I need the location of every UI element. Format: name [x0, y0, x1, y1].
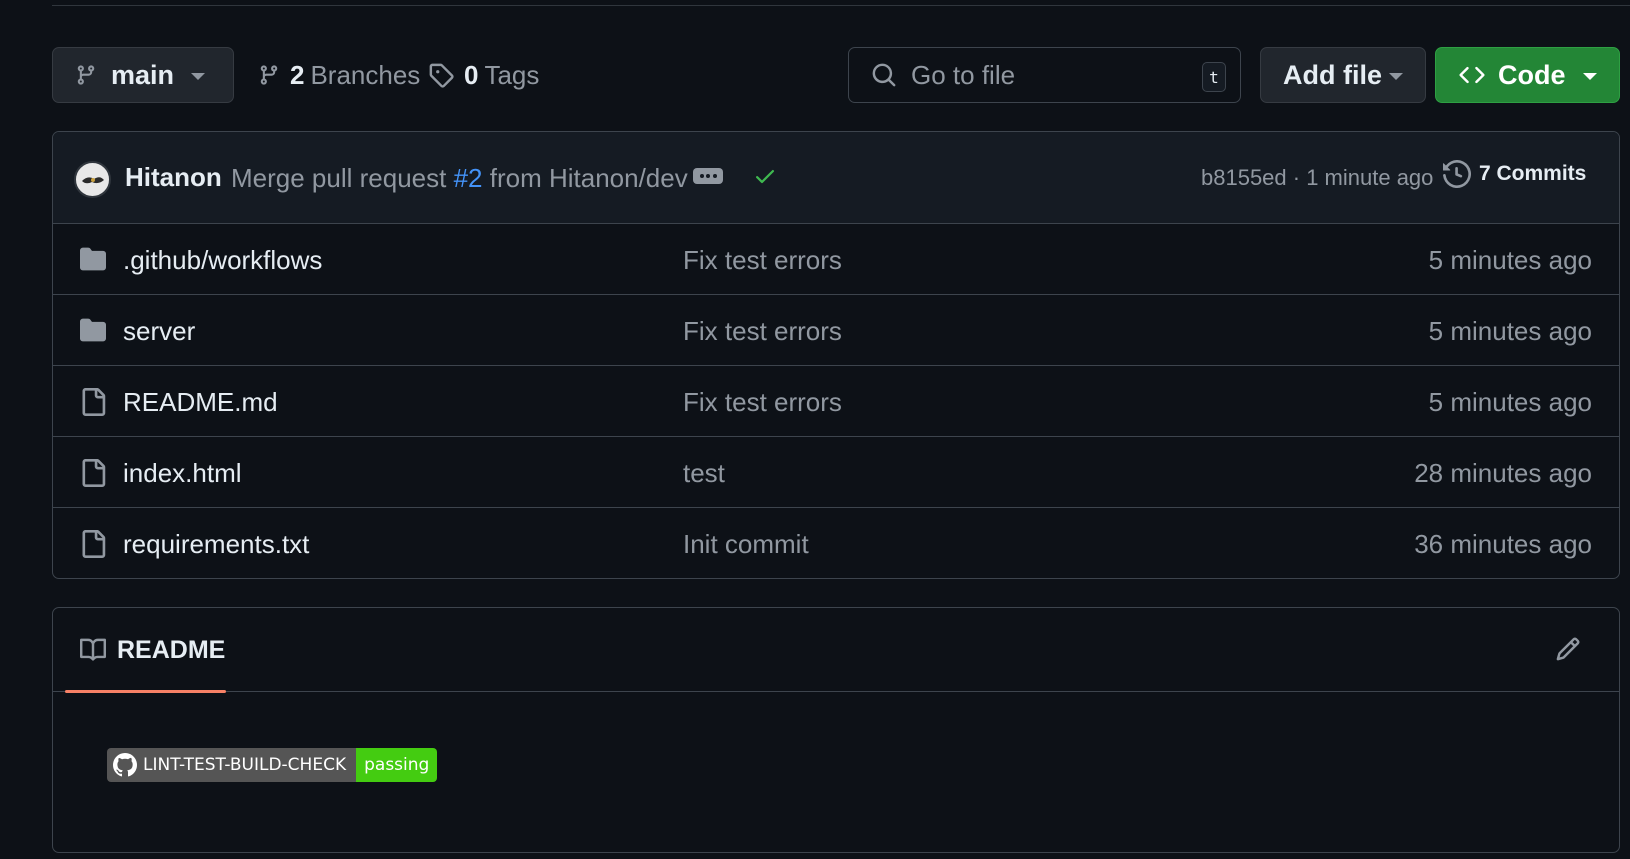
chevron-down-icon: [1583, 73, 1597, 80]
folder-icon: [80, 247, 106, 271]
file-commit-message[interactable]: Fix test errors: [683, 316, 842, 347]
file-commit-message[interactable]: test: [683, 458, 725, 489]
add-file-button[interactable]: Add file: [1260, 47, 1426, 103]
file-age: 36 minutes ago: [1414, 529, 1592, 559]
code-label: Code: [1498, 59, 1566, 90]
avatar-image-icon: [81, 176, 104, 183]
file-name[interactable]: README.md: [123, 387, 278, 418]
file-table: Hitanon Merge pull request #2 from Hitan…: [52, 131, 1620, 579]
branches-label: Branches: [310, 59, 421, 90]
tab-readme[interactable]: README: [65, 608, 238, 692]
file-age: 28 minutes ago: [1414, 458, 1592, 488]
git-branch-icon: [260, 65, 278, 85]
branches-count: 2: [290, 59, 305, 90]
add-file-label: Add file: [1283, 59, 1382, 90]
file-age: 5 minutes ago: [1428, 387, 1592, 417]
badge-label-section: LINT-TEST-BUILD-CHECK: [107, 748, 357, 782]
commit-message-prefix: Merge pull request: [231, 163, 447, 193]
code-button[interactable]: Code: [1435, 47, 1620, 103]
git-branch-icon: [77, 65, 95, 85]
branch-selector-button[interactable]: main: [52, 47, 234, 103]
book-icon: [80, 638, 107, 661]
file-name[interactable]: requirements.txt: [123, 529, 309, 560]
file-commit-message[interactable]: Fix test errors: [683, 387, 842, 418]
search-placeholder: Go to file: [911, 59, 1016, 90]
code-icon: [1459, 66, 1485, 84]
file-commit-message[interactable]: Fix test errors: [683, 245, 842, 276]
check-icon[interactable]: [753, 164, 777, 188]
chevron-down-icon: [191, 73, 205, 80]
commit-message-suffix: from Hitanon/dev: [489, 163, 688, 193]
file-icon: [82, 530, 106, 558]
active-tab-indicator: [65, 690, 226, 693]
file-age: 5 minutes ago: [1428, 316, 1592, 346]
commits-history-link[interactable]: 7 Commits: [1443, 160, 1586, 188]
commit-hash-time[interactable]: b8155ed · 1 minute ago: [1201, 165, 1433, 191]
file-icon: [82, 388, 106, 416]
file-name[interactable]: server: [123, 316, 195, 347]
tags-label: Tags: [484, 59, 540, 90]
commit-author[interactable]: Hitanon: [125, 162, 222, 193]
branches-link[interactable]: 2 Branches: [258, 47, 420, 103]
badge-status: passing: [356, 748, 438, 782]
table-row[interactable]: index.html test 28 minutes ago: [53, 437, 1619, 508]
latest-commit-bar: Hitanon Merge pull request #2 from Hitan…: [53, 132, 1619, 224]
readme-tab-label: README: [117, 635, 226, 664]
branch-name: main: [111, 59, 175, 90]
pull-request-link[interactable]: #2: [454, 163, 483, 193]
file-name[interactable]: .github/workflows: [123, 245, 322, 276]
commits-label: 7 Commits: [1479, 162, 1587, 185]
github-icon: [113, 753, 137, 777]
workflow-status-badge[interactable]: LINT-TEST-BUILD-CHECK passing: [107, 748, 438, 782]
repo-toolbar: main 2 Branches 0 Tags Go to file t Add …: [52, 47, 1620, 103]
chevron-down-icon: [1389, 73, 1403, 80]
commit-message[interactable]: Merge pull request #2 from Hitanon/dev: [231, 163, 688, 194]
expand-commit-message-button[interactable]: [693, 168, 723, 184]
file-name[interactable]: index.html: [123, 458, 242, 489]
go-to-file-input[interactable]: Go to file t: [848, 47, 1241, 103]
history-icon: [1443, 160, 1471, 188]
shortcut-key: t: [1202, 62, 1226, 92]
avatar[interactable]: [74, 161, 111, 198]
readme-header: README: [53, 608, 1619, 693]
readme-panel: README LINT-TEST-BUILD-CHECK passing: [52, 607, 1620, 853]
file-icon: [82, 459, 106, 487]
tags-link[interactable]: 0 Tags: [428, 47, 539, 103]
table-row[interactable]: .github/workflows Fix test errors 5 minu…: [53, 224, 1619, 295]
table-row[interactable]: server Fix test errors 5 minutes ago: [53, 295, 1619, 366]
top-divider: [52, 5, 1630, 6]
badge-label: LINT-TEST-BUILD-CHECK: [143, 755, 347, 775]
table-row[interactable]: requirements.txt Init commit 36 minutes …: [53, 508, 1619, 578]
file-age: 5 minutes ago: [1428, 245, 1592, 275]
table-row[interactable]: README.md Fix test errors 5 minutes ago: [53, 366, 1619, 437]
search-icon: [872, 63, 896, 87]
pencil-icon[interactable]: [1555, 636, 1581, 662]
folder-icon: [80, 318, 106, 342]
tags-count: 0: [464, 59, 479, 90]
file-commit-message[interactable]: Init commit: [683, 529, 809, 560]
tag-icon: [429, 63, 454, 88]
